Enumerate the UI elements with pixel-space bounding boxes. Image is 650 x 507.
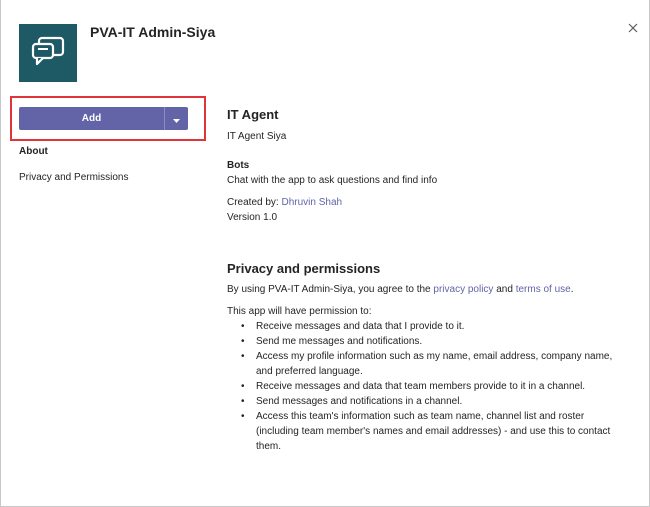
privacy-policy-link[interactable]: privacy policy <box>433 284 493 295</box>
creator-link[interactable]: Dhruvin Shah <box>281 197 342 208</box>
privacy-heading: Privacy and permissions <box>227 261 381 276</box>
permission-text: Access my profile information such as my… <box>256 351 613 377</box>
permission-text: Send me messages and notifications. <box>256 336 423 347</box>
permission-intro: This app will have permission to: <box>227 306 372 317</box>
bots-description: Chat with the app to ask questions and f… <box>227 175 438 186</box>
permission-item: • Receive messages and data that team mem… <box>227 379 627 394</box>
permission-item: • Send me messages and notifications. <box>227 334 627 349</box>
permission-text: Send messages and notifications in a cha… <box>256 396 463 407</box>
permission-item: • Access this team's information such as … <box>227 409 627 454</box>
terms-of-use-link[interactable]: terms of use <box>516 284 571 295</box>
bot-title: IT Agent <box>227 107 279 122</box>
created-by: Created by: Dhruvin Shah <box>227 195 342 210</box>
and-text: and <box>496 284 513 295</box>
add-button-group: Add <box>19 107 188 130</box>
permission-list: • Receive messages and data that I provid… <box>227 319 627 454</box>
sidebar-item-privacy[interactable]: Privacy and Permissions <box>19 172 128 183</box>
agree-suffix: . <box>570 284 574 295</box>
bullet-icon: • <box>241 381 245 392</box>
permission-item: • Receive messages and data that I provid… <box>227 319 627 334</box>
bullet-icon: • <box>241 396 245 407</box>
permission-text: Receive messages and data that team memb… <box>256 381 586 392</box>
bullet-icon: • <box>241 411 245 422</box>
chat-bubble-icon <box>31 36 65 71</box>
version-text: Version 1.0 <box>227 212 278 223</box>
permission-item: • Access my profile information such as m… <box>227 349 627 379</box>
bullet-icon: • <box>241 336 245 347</box>
permission-item: • Send messages and notifications in a ch… <box>227 394 627 409</box>
bullet-icon: • <box>241 351 245 362</box>
add-options-dropdown[interactable] <box>165 107 188 130</box>
agree-prefix: By using PVA-IT Admin-Siya, you agree to… <box>227 284 431 295</box>
permission-text: Receive messages and data that I provide… <box>256 321 465 332</box>
bot-subtitle: IT Agent Siya <box>227 131 287 142</box>
close-icon <box>628 20 638 38</box>
app-dialog: PVA-IT Admin-Siya Add About Privacy and … <box>0 0 650 507</box>
sidebar-item-about[interactable]: About <box>19 146 48 157</box>
bots-heading: Bots <box>227 160 250 171</box>
close-button[interactable] <box>625 21 641 37</box>
app-logo <box>19 24 77 82</box>
add-button[interactable]: Add <box>19 107 164 130</box>
app-title: PVA-IT Admin-Siya <box>90 24 216 40</box>
created-by-label: Created by: <box>227 197 279 208</box>
bullet-icon: • <box>241 321 245 332</box>
chevron-down-icon <box>173 110 180 128</box>
permission-text: Access this team's information such as t… <box>256 411 611 452</box>
privacy-agreement: By using PVA-IT Admin-Siya, you agree to… <box>227 282 574 297</box>
